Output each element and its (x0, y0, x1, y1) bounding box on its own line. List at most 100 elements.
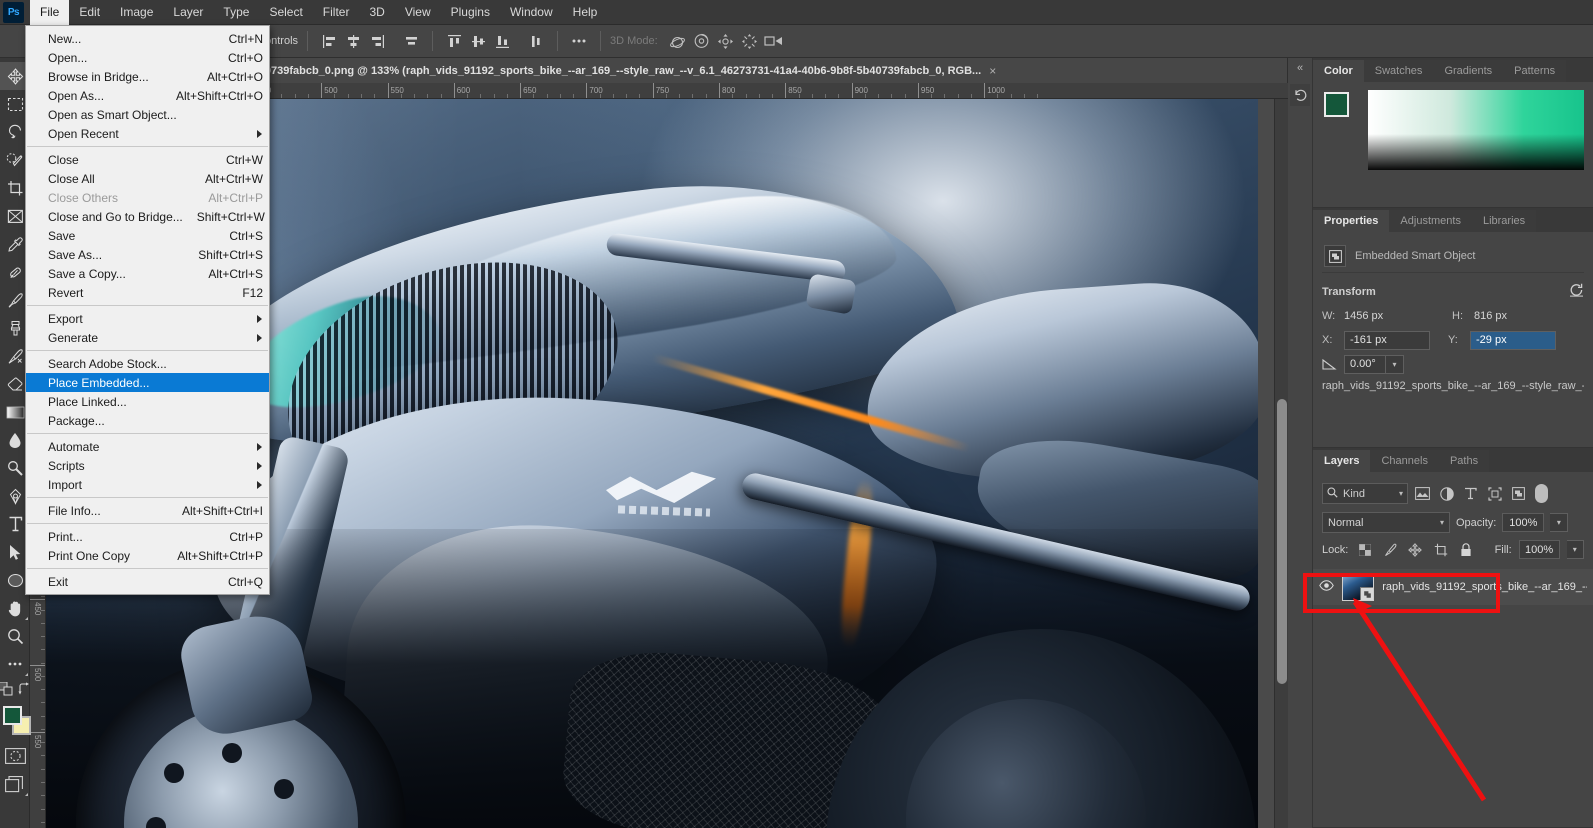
lock-image-pixels-icon[interactable] (1381, 540, 1399, 559)
color-picker[interactable] (1322, 90, 1584, 170)
foreground-color-swatch[interactable] (3, 706, 22, 725)
tab-color[interactable]: Color (1313, 60, 1364, 82)
menu-filter[interactable]: Filter (313, 0, 360, 25)
filter-toggle-icon[interactable] (1535, 484, 1548, 503)
pixel-filter-icon[interactable] (1413, 484, 1432, 503)
color-swatches[interactable] (0, 704, 31, 738)
adjustment-filter-icon[interactable] (1437, 484, 1456, 503)
tool-hand[interactable] (0, 594, 30, 622)
file-menu-item-print-one-copy[interactable]: Print One Copy Alt+Shift+Ctrl+P (26, 546, 269, 565)
file-menu-item-import[interactable]: Import (26, 475, 269, 494)
distribute-icon[interactable] (399, 29, 423, 53)
color-panel-swatches[interactable] (1322, 92, 1361, 130)
opacity-dropdown-icon[interactable]: ▾ (1550, 513, 1569, 532)
menu-image[interactable]: Image (110, 0, 163, 25)
file-menu-item-export[interactable]: Export (26, 309, 269, 328)
distribute-vertical-icon[interactable] (524, 29, 548, 53)
blend-mode-select[interactable]: Normal ▾ (1322, 512, 1450, 533)
width-value[interactable]: 1456 px (1344, 310, 1452, 322)
slide-3d-icon[interactable] (738, 29, 762, 53)
file-menu-item-save-a-copy[interactable]: Save a Copy... Alt+Ctrl+S (26, 264, 269, 283)
pan-3d-icon[interactable] (714, 29, 738, 53)
tab-adjustments[interactable]: Adjustments (1389, 210, 1472, 232)
reset-transform-icon[interactable] (1569, 283, 1584, 300)
file-menu-item-close-all[interactable]: Close All Alt+Ctrl+W (26, 169, 269, 188)
layer-name[interactable]: raph_vids_91192_sports_bike_--ar_169_--s… (1382, 581, 1587, 593)
file-menu-item-file-info[interactable]: File Info... Alt+Shift+Ctrl+I (26, 501, 269, 520)
height-value[interactable]: 816 px (1474, 310, 1507, 322)
more-options-icon[interactable] (567, 29, 591, 53)
align-bottom-edges-icon[interactable] (490, 29, 514, 53)
chevron-down-icon[interactable]: ▾ (1399, 489, 1403, 498)
file-menu-item-exit[interactable]: Exit Ctrl+Q (26, 572, 269, 591)
type-filter-icon[interactable] (1461, 484, 1480, 503)
canvas-vertical-scrollbar[interactable] (1274, 99, 1288, 828)
file-menu-item-automate[interactable]: Automate (26, 437, 269, 456)
file-menu-item-browse-in-bridge[interactable]: Browse in Bridge... Alt+Ctrl+O (26, 67, 269, 86)
menu-file[interactable]: File (30, 0, 70, 25)
align-vertical-centers-icon[interactable] (466, 29, 490, 53)
file-menu-item-open-as[interactable]: Open As... Alt+Shift+Ctrl+O (26, 86, 269, 105)
file-menu-item-print[interactable]: Print... Ctrl+P (26, 527, 269, 546)
smart-object-filter-icon[interactable] (1509, 484, 1528, 503)
fill-value[interactable]: 100% (1518, 540, 1560, 559)
menu-plugins[interactable]: Plugins (441, 0, 500, 25)
menu-type[interactable]: Type (213, 0, 259, 25)
file-menu-item-open-recent[interactable]: Open Recent (26, 124, 269, 143)
file-menu-item-place-linked[interactable]: Place Linked... (26, 392, 269, 411)
lock-transparent-pixels-icon[interactable] (1355, 540, 1373, 559)
eye-icon[interactable] (1319, 580, 1334, 594)
layer-kind-filter[interactable]: Kind ▾ (1322, 483, 1408, 504)
menu-layer[interactable]: Layer (163, 0, 213, 25)
lock-artboard-icon[interactable] (1432, 540, 1450, 559)
close-icon[interactable]: × (989, 64, 996, 78)
file-menu-item-close[interactable]: Close Ctrl+W (26, 150, 269, 169)
menu-3d[interactable]: 3D (359, 0, 394, 25)
tool-zoom[interactable] (0, 622, 30, 650)
tool-edit-toolbar[interactable] (0, 650, 30, 678)
fill-dropdown-icon[interactable]: ▾ (1566, 540, 1585, 559)
menu-view[interactable]: View (395, 0, 441, 25)
menu-select[interactable]: Select (259, 0, 312, 25)
align-left-edges-icon[interactable] (317, 29, 341, 53)
swap-colors-icon[interactable] (18, 682, 31, 698)
file-menu-item-new[interactable]: New... Ctrl+N (26, 29, 269, 48)
file-menu-item-open-as-smart-object[interactable]: Open as Smart Object... (26, 105, 269, 124)
orbit-3d-icon[interactable] (666, 29, 690, 53)
tab-channels[interactable]: Channels (1370, 450, 1439, 472)
lock-all-icon[interactable] (1457, 540, 1475, 559)
file-menu-item-save[interactable]: Save Ctrl+S (26, 226, 269, 245)
chevron-down-icon[interactable]: ▾ (1440, 518, 1444, 527)
history-icon[interactable] (1290, 84, 1310, 106)
tool-screen-mode[interactable] (0, 770, 30, 798)
tool-quick-mask[interactable] (0, 742, 30, 770)
file-menu-item-package[interactable]: Package... (26, 411, 269, 430)
menu-help[interactable]: Help (563, 0, 608, 25)
file-menu-item-open[interactable]: Open... Ctrl+O (26, 48, 269, 67)
lock-position-icon[interactable] (1406, 540, 1424, 559)
opacity-value[interactable]: 100% (1502, 513, 1545, 532)
angle-input[interactable]: 0.00° (1344, 354, 1386, 374)
file-menu-item-place-embedded[interactable]: Place Embedded... (26, 373, 269, 392)
file-menu-item-close-and-go-to-bridge[interactable]: Close and Go to Bridge... Shift+Ctrl+W (26, 207, 269, 226)
tab-gradients[interactable]: Gradients (1433, 60, 1504, 82)
align-right-edges-icon[interactable] (365, 29, 389, 53)
scrollbar-thumb[interactable] (1277, 399, 1287, 684)
tab-swatches[interactable]: Swatches (1363, 60, 1434, 82)
shape-filter-icon[interactable] (1485, 484, 1504, 503)
tab-patterns[interactable]: Patterns (1503, 60, 1567, 82)
y-input[interactable]: -29 px (1470, 330, 1556, 350)
color-ramp[interactable] (1368, 90, 1584, 170)
file-menu-item-scripts[interactable]: Scripts (26, 456, 269, 475)
tab-paths[interactable]: Paths (1438, 450, 1490, 472)
align-horizontal-centers-icon[interactable] (341, 29, 365, 53)
menu-window[interactable]: Window (500, 0, 563, 25)
tab-libraries[interactable]: Libraries (1471, 210, 1537, 232)
tab-layers[interactable]: Layers (1313, 450, 1371, 472)
scale-3d-icon[interactable] (762, 29, 786, 53)
file-menu-item-revert[interactable]: Revert F12 (26, 283, 269, 302)
menu-edit[interactable]: Edit (69, 0, 110, 25)
file-menu-dropdown[interactable]: New... Ctrl+N Open... Ctrl+O Browse in Bridg… (25, 25, 270, 595)
align-top-edges-icon[interactable] (442, 29, 466, 53)
table-row[interactable]: raph_vids_91192_sports_bike_--ar_169_--s… (1313, 569, 1593, 605)
